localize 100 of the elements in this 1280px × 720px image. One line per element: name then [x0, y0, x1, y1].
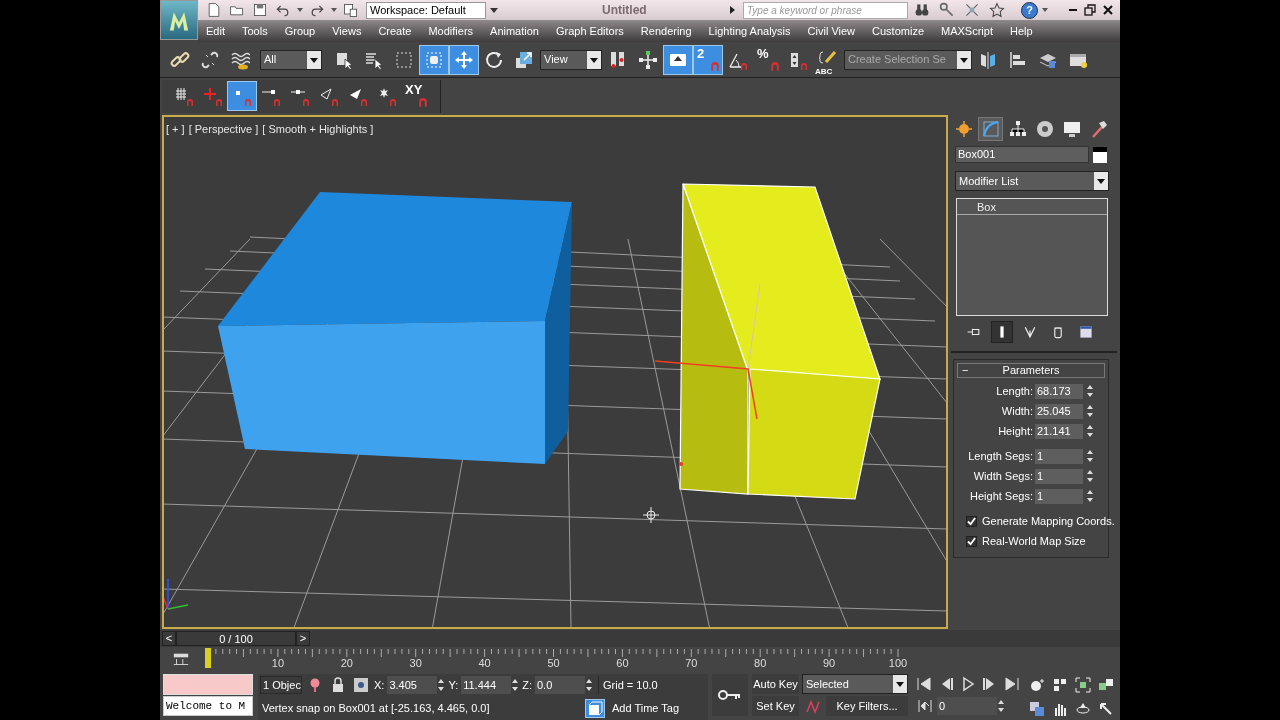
zoom-selected-icon	[1029, 701, 1045, 717]
menu-item[interactable]: Group	[284, 22, 316, 40]
zoom-extents-all-icon	[1098, 677, 1114, 693]
go-to-end-button[interactable]	[1004, 675, 1020, 693]
spinner-arrows-icon	[585, 678, 593, 692]
cube-object[interactable]	[218, 192, 572, 464]
disc-icon	[1034, 119, 1055, 139]
set-key-button[interactable]	[712, 674, 748, 716]
set-key-text-button[interactable]: Set Key	[752, 696, 799, 716]
color-swatch[interactable]	[1093, 146, 1107, 163]
spinner-arrows-icon	[1086, 384, 1094, 398]
menu-item[interactable]: Customize	[872, 22, 924, 40]
menu-item[interactable]: Tools	[241, 22, 268, 40]
link-icon	[170, 49, 190, 70]
checkbox[interactable]	[966, 515, 977, 527]
close-icon	[1102, 4, 1114, 16]
restore-button[interactable]	[1083, 2, 1097, 18]
axis-tripod-icon	[164, 578, 189, 610]
menu-item[interactable]: Animation	[490, 22, 539, 40]
timeline-track[interactable]: 10 20 30 40 50 60 70 80 90 100	[205, 647, 950, 673]
viewport-label[interactable]: [ Smooth + Highlights ]	[262, 121, 374, 138]
zoom-all-button[interactable]	[1051, 676, 1069, 694]
parameters-rollout-header[interactable]: − Parameters	[957, 363, 1105, 378]
next-frame-button[interactable]: >	[296, 631, 310, 646]
modifier-stack-item[interactable]: Box	[957, 199, 1107, 215]
menu-item[interactable]: Modifiers	[428, 22, 474, 40]
reference-coordinate-dropdown[interactable]: View	[540, 49, 602, 70]
zoom-all-icon	[1052, 677, 1068, 693]
caret-icon	[330, 6, 338, 14]
help-button[interactable]: ?	[1021, 1, 1038, 19]
zoom-selected-button[interactable]	[1028, 700, 1046, 718]
menu-item[interactable]: Graph Editors	[555, 22, 624, 40]
key-mode-dropdown[interactable]: Selected	[802, 674, 908, 694]
zoom-button[interactable]	[1028, 676, 1046, 694]
menu-item[interactable]: Rendering	[640, 22, 692, 40]
menu-item[interactable]: Views	[332, 22, 362, 40]
spinner-arrows-icon	[1086, 489, 1094, 503]
selection-lock-button[interactable]	[585, 699, 605, 718]
caret-icon	[959, 55, 969, 64]
menu-item[interactable]: MAXScript	[941, 22, 993, 40]
modifier-list-dropdown[interactable]: Modifier List	[955, 171, 1109, 191]
key-mode-button[interactable]	[916, 697, 934, 715]
key-filters-button[interactable]: Key Filters...	[826, 696, 908, 716]
vertex-magnet-button[interactable]	[228, 82, 256, 110]
previous-frame-button[interactable]: <	[162, 631, 176, 646]
selection-filter-dropdown[interactable]: All	[260, 49, 322, 70]
frame-indicator[interactable]: 0 / 100	[176, 631, 296, 646]
zoom-extents-button[interactable]	[1074, 676, 1092, 694]
menu-item[interactable]: Help	[1010, 22, 1033, 40]
viewport-label[interactable]: [ Perspective ]	[188, 121, 259, 138]
minimize-icon	[1069, 9, 1077, 11]
listener-output: Welcome to M	[163, 696, 253, 716]
absolute-mode-button[interactable]	[351, 677, 371, 693]
bar-button[interactable]	[991, 321, 1013, 343]
hierarchy-icon	[1007, 119, 1028, 139]
star-magnet-icon	[377, 86, 397, 106]
caret-icon	[1041, 6, 1049, 14]
maximize-icon	[1098, 701, 1114, 717]
transform-gizmo[interactable]	[654, 283, 761, 466]
object-name-field[interactable]: Box001	[955, 146, 1089, 163]
caret-icon	[895, 680, 905, 688]
face-magnet-icon	[348, 86, 368, 106]
move-cursor-icon	[642, 506, 660, 524]
viewport[interactable]: [ + ] [ Perspective ] [ Smooth + Highlights ]	[162, 115, 948, 629]
cube-object[interactable]	[679, 183, 881, 500]
parameter-label: Length:	[996, 383, 1033, 399]
checkbox-label: Generate Mapping Coords.	[982, 513, 1115, 529]
pencil-button[interactable]: ABC	[814, 45, 842, 74]
application-button[interactable]	[160, 0, 198, 40]
restore-icon	[1084, 4, 1096, 16]
magnet-button[interactable]: XY	[402, 82, 430, 110]
add-time-tag[interactable]: Add Time Tag	[612, 700, 680, 717]
menu-item[interactable]: Lighting Analysis	[708, 22, 791, 40]
sun-icon	[953, 119, 974, 139]
listener-input[interactable]	[163, 674, 253, 695]
parameter-label: Width:	[1001, 403, 1033, 419]
menu-item[interactable]: Civil View	[807, 22, 856, 40]
magnet-button[interactable]: %	[754, 45, 782, 74]
move-icon	[454, 49, 474, 70]
keyboard-shortcut-button[interactable]	[664, 45, 692, 74]
pan-hand-icon	[1052, 701, 1068, 717]
time-slider-thumb[interactable]	[205, 648, 211, 668]
go-to-start-button[interactable]	[916, 675, 932, 693]
search-field[interactable]: Type a keyword or phrase	[743, 1, 908, 19]
window-crossing-icon	[424, 49, 444, 70]
frame-number: 60	[616, 658, 629, 669]
spinner-arrows-icon	[437, 678, 446, 692]
spinner-arrows-icon	[1086, 449, 1094, 463]
play-button[interactable]	[960, 675, 976, 693]
menu-item[interactable]: Edit	[206, 22, 225, 40]
viewport-label[interactable]: [ + ]	[166, 121, 185, 138]
align-icon	[1008, 49, 1028, 70]
grid-size: Grid = 10.0	[598, 676, 708, 694]
menu-item[interactable]: Create	[378, 22, 412, 40]
checkbox[interactable]	[966, 535, 977, 547]
axis-label: Y:	[448, 677, 459, 693]
workspace-dropdown[interactable]: Workspace: Default	[366, 1, 486, 19]
prompt-line: Vertex snap on Box001 at [-25.163, 4.465, 0.0]	[261, 701, 491, 717]
auto-key-button[interactable]: Auto Key	[752, 674, 799, 694]
window-crossing-button[interactable]	[420, 45, 448, 74]
